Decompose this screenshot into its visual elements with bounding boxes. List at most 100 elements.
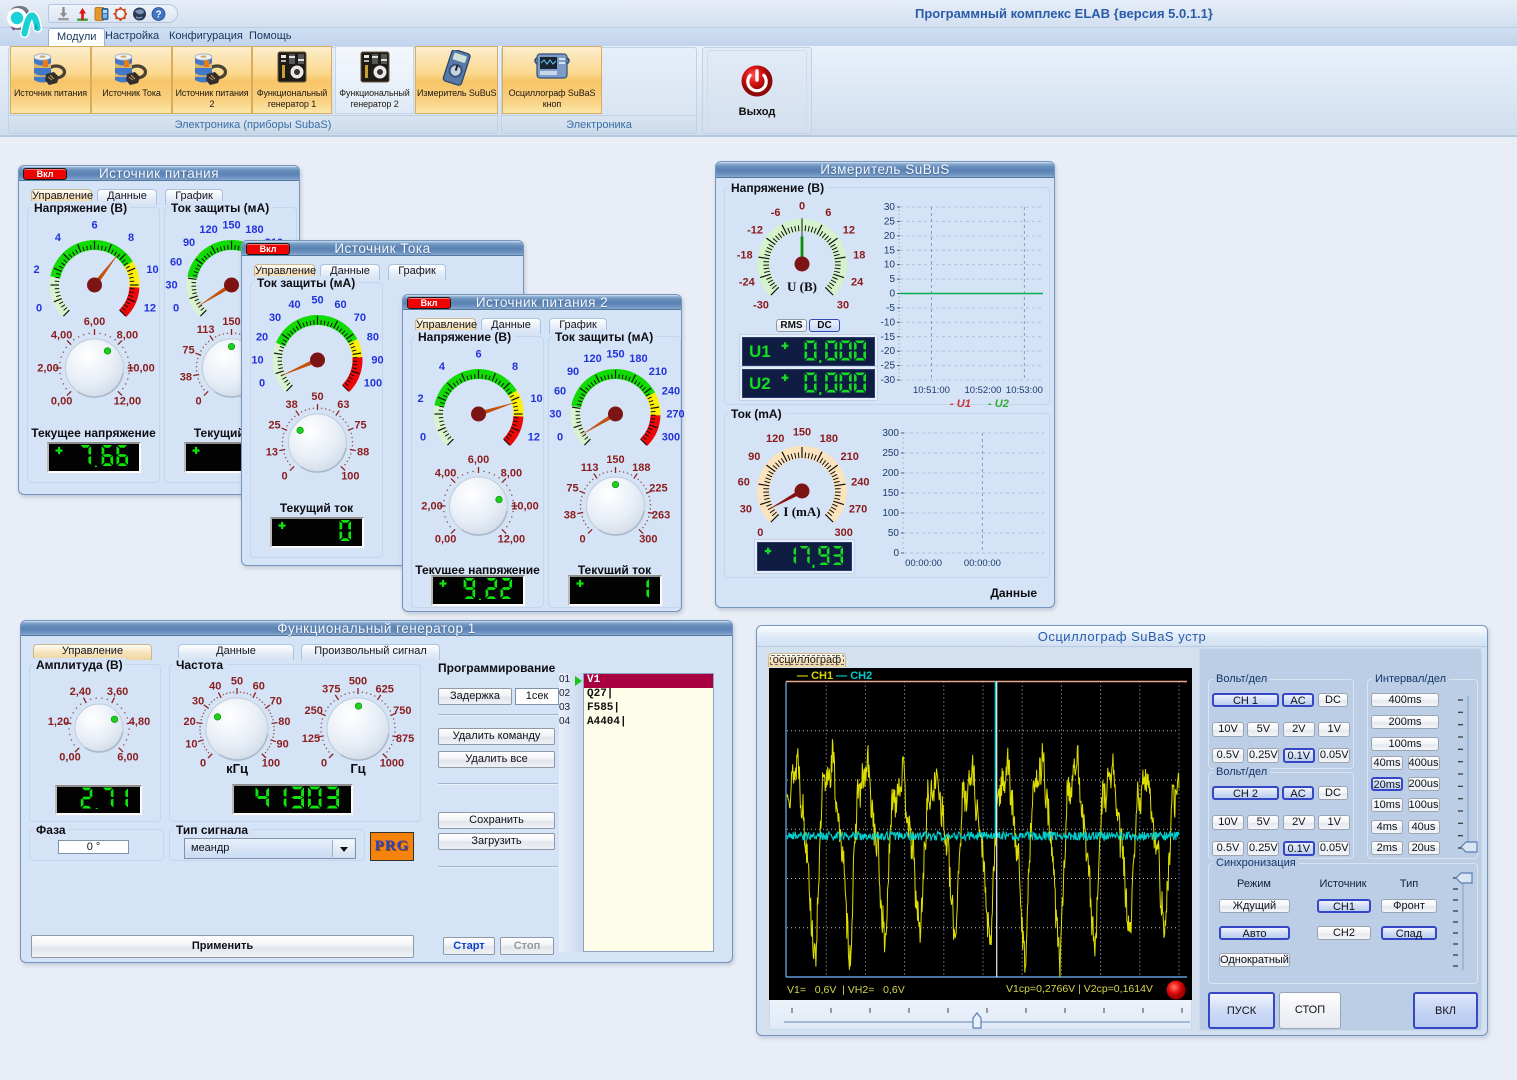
scope-button[interactable]: 2ms	[1371, 841, 1403, 855]
scope-button[interactable]: 0.05V	[1318, 841, 1350, 856]
signal-type-dropdown[interactable]: меандр	[184, 838, 356, 859]
prg-button[interactable]: PRG	[370, 832, 414, 861]
scope-button[interactable]: DC	[1318, 693, 1348, 707]
ribbon-button-power-source-2[interactable]: Источник питания 2	[172, 46, 252, 114]
ribbon-button-power-source[interactable]: Источник питания	[10, 46, 91, 114]
help-icon[interactable]: ?	[150, 6, 167, 22]
ribbon-button-funcgen-2[interactable]: Функциональный генератор 2	[335, 46, 414, 114]
scope-button[interactable]: AC	[1282, 786, 1314, 800]
start-button[interactable]: Старт	[443, 937, 495, 955]
scope-button[interactable]: 20ms	[1371, 777, 1403, 791]
scope-button[interactable]: 5V	[1247, 722, 1279, 737]
scope-button[interactable]: 100ms	[1371, 737, 1439, 751]
upload-arrow-icon[interactable]	[74, 6, 91, 22]
phase-field[interactable]: 0 °	[58, 840, 129, 854]
address-book-icon[interactable]	[93, 6, 110, 22]
scope-button[interactable]: 0.25V	[1247, 748, 1279, 763]
power-toggle-button[interactable]: Вкл	[407, 297, 451, 309]
scope-button[interactable]: 0.05V	[1318, 748, 1350, 763]
scope-button[interactable]: 100us	[1408, 798, 1440, 812]
scope-button[interactable]: 0.1V	[1283, 841, 1315, 856]
tab-proizvolny-signal[interactable]: Произвольный сигнал	[301, 644, 440, 660]
delete-all-button[interactable]: Удалить все	[438, 751, 555, 768]
scope-button[interactable]: 0.25V	[1247, 841, 1279, 856]
dropdown-arrow-icon[interactable]	[332, 840, 354, 857]
program-list-row[interactable]: F585|	[584, 702, 713, 716]
scope-button[interactable]: 2V	[1283, 815, 1315, 830]
knob[interactable]: 0,002,004,006,008,0010,0012,00	[28, 314, 161, 426]
scope-button[interactable]: 40ms	[1371, 756, 1403, 770]
scope-button[interactable]: Авто	[1219, 926, 1290, 940]
scope-button[interactable]: 2V	[1283, 722, 1315, 737]
scope-button[interactable]: 4ms	[1371, 820, 1403, 834]
ribbon-button-meter-subus[interactable]: Измеритель SuBuS	[415, 46, 498, 114]
knob[interactable]: 0,002,004,006,008,0010,0012,00	[412, 452, 545, 564]
run-button[interactable]: ПУСК	[1208, 992, 1275, 1029]
rms-button[interactable]: RMS	[776, 319, 807, 332]
scope-hscroll[interactable]	[769, 1000, 1192, 1030]
ribbon-button-funcgen-1[interactable]: Функциональный генератор 1	[252, 46, 332, 114]
scope-button[interactable]: Фронт	[1381, 899, 1437, 913]
scope-button[interactable]: AC	[1282, 693, 1314, 707]
program-list[interactable]: V1Q27|F585|A4404|	[583, 673, 714, 952]
gear-error-icon[interactable]	[112, 6, 129, 22]
meter-data-link[interactable]: Данные	[716, 586, 1037, 600]
delete-command-button[interactable]: Удалить команду	[438, 728, 555, 745]
stop-button[interactable]: Стоп	[500, 937, 554, 955]
tab-grafik[interactable]: График	[388, 264, 446, 280]
stop-button[interactable]: СТОП	[1279, 992, 1341, 1029]
scope-button[interactable]: 40us	[1408, 820, 1440, 834]
globe-icon[interactable]	[131, 6, 148, 22]
power-on-button[interactable]: ВКЛ	[1413, 992, 1478, 1029]
delay-button[interactable]: Задержка	[438, 688, 512, 705]
delay-field[interactable]: 1сек	[515, 688, 559, 705]
scope-button[interactable]: Ждущий	[1219, 899, 1290, 913]
scope-button[interactable]: CH 2	[1212, 786, 1279, 800]
power-toggle-button[interactable]: Вкл	[23, 168, 67, 180]
save-button[interactable]: Сохранить	[438, 812, 555, 829]
scope-button[interactable]: Спад	[1381, 926, 1437, 940]
scope-button[interactable]: 5V	[1247, 815, 1279, 830]
window-title-bar[interactable]: Измеритель SuBuS	[716, 162, 1054, 178]
scope-button[interactable]: CH 1	[1212, 693, 1279, 707]
menu-tab-konfiguratsiya[interactable]: Конфигурация	[161, 28, 251, 46]
scope-button[interactable]: 0.5V	[1212, 748, 1244, 763]
scope-button[interactable]: 20us	[1408, 841, 1440, 855]
scope-button[interactable]: 0.5V	[1212, 841, 1244, 856]
sync-slider[interactable]	[1449, 870, 1475, 980]
scope-button[interactable]: CH1	[1317, 899, 1371, 913]
scope-button[interactable]: 10ms	[1371, 798, 1403, 812]
knob[interactable]: 013253850637588100	[251, 389, 384, 501]
program-list-row[interactable]: Q27|	[584, 688, 713, 702]
program-list-row[interactable]: V1	[584, 674, 713, 688]
amplitude-knob[interactable]: 0,001,202,403,604,806,00	[30, 673, 162, 781]
scope-button[interactable]: 0.1V	[1283, 748, 1315, 763]
download-arrow-icon[interactable]	[55, 6, 72, 22]
scope-button[interactable]: 10V	[1212, 815, 1244, 830]
scope-button[interactable]: 400us	[1408, 756, 1440, 770]
scope-button[interactable]: 400ms	[1371, 693, 1439, 707]
scope-button[interactable]: DC	[1318, 786, 1348, 800]
window-title-bar[interactable]: Функциональный генератор 1	[21, 621, 732, 636]
scope-button[interactable]: CH2	[1317, 926, 1371, 940]
scope-button[interactable]: 10V	[1212, 722, 1244, 737]
interval-slider[interactable]	[1454, 692, 1480, 862]
ribbon-button-current-source[interactable]: Источник Тока	[91, 46, 172, 114]
power-toggle-button[interactable]: Вкл	[246, 243, 290, 255]
scope-button[interactable]: Однократный	[1219, 953, 1290, 967]
window-title-bar[interactable]: Осциллограф SuBaS устр	[757, 626, 1487, 647]
dc-button[interactable]: DC	[809, 319, 840, 332]
menu-tab-pomosch[interactable]: Помощь	[241, 28, 300, 46]
program-list-row[interactable]: A4404|	[584, 716, 713, 730]
load-button[interactable]: Загрузить	[438, 833, 555, 850]
ribbon-button-oscilloscope[interactable]: Осциллограф SuBaS кноп	[502, 46, 602, 114]
scope-button[interactable]: 200ms	[1371, 715, 1439, 729]
tab-oscilloscope[interactable]: осциллограф	[768, 653, 846, 667]
exit-button[interactable]: Выход	[707, 50, 807, 132]
apply-button[interactable]: Применить	[31, 935, 414, 958]
scope-button[interactable]: 1V	[1318, 815, 1350, 830]
scope-button[interactable]: 1V	[1318, 722, 1350, 737]
menu-tab-nastroika[interactable]: Настройка	[97, 28, 167, 46]
scope-button[interactable]: 200us	[1408, 777, 1440, 791]
knob[interactable]: 03875113150188225263300	[549, 452, 682, 564]
